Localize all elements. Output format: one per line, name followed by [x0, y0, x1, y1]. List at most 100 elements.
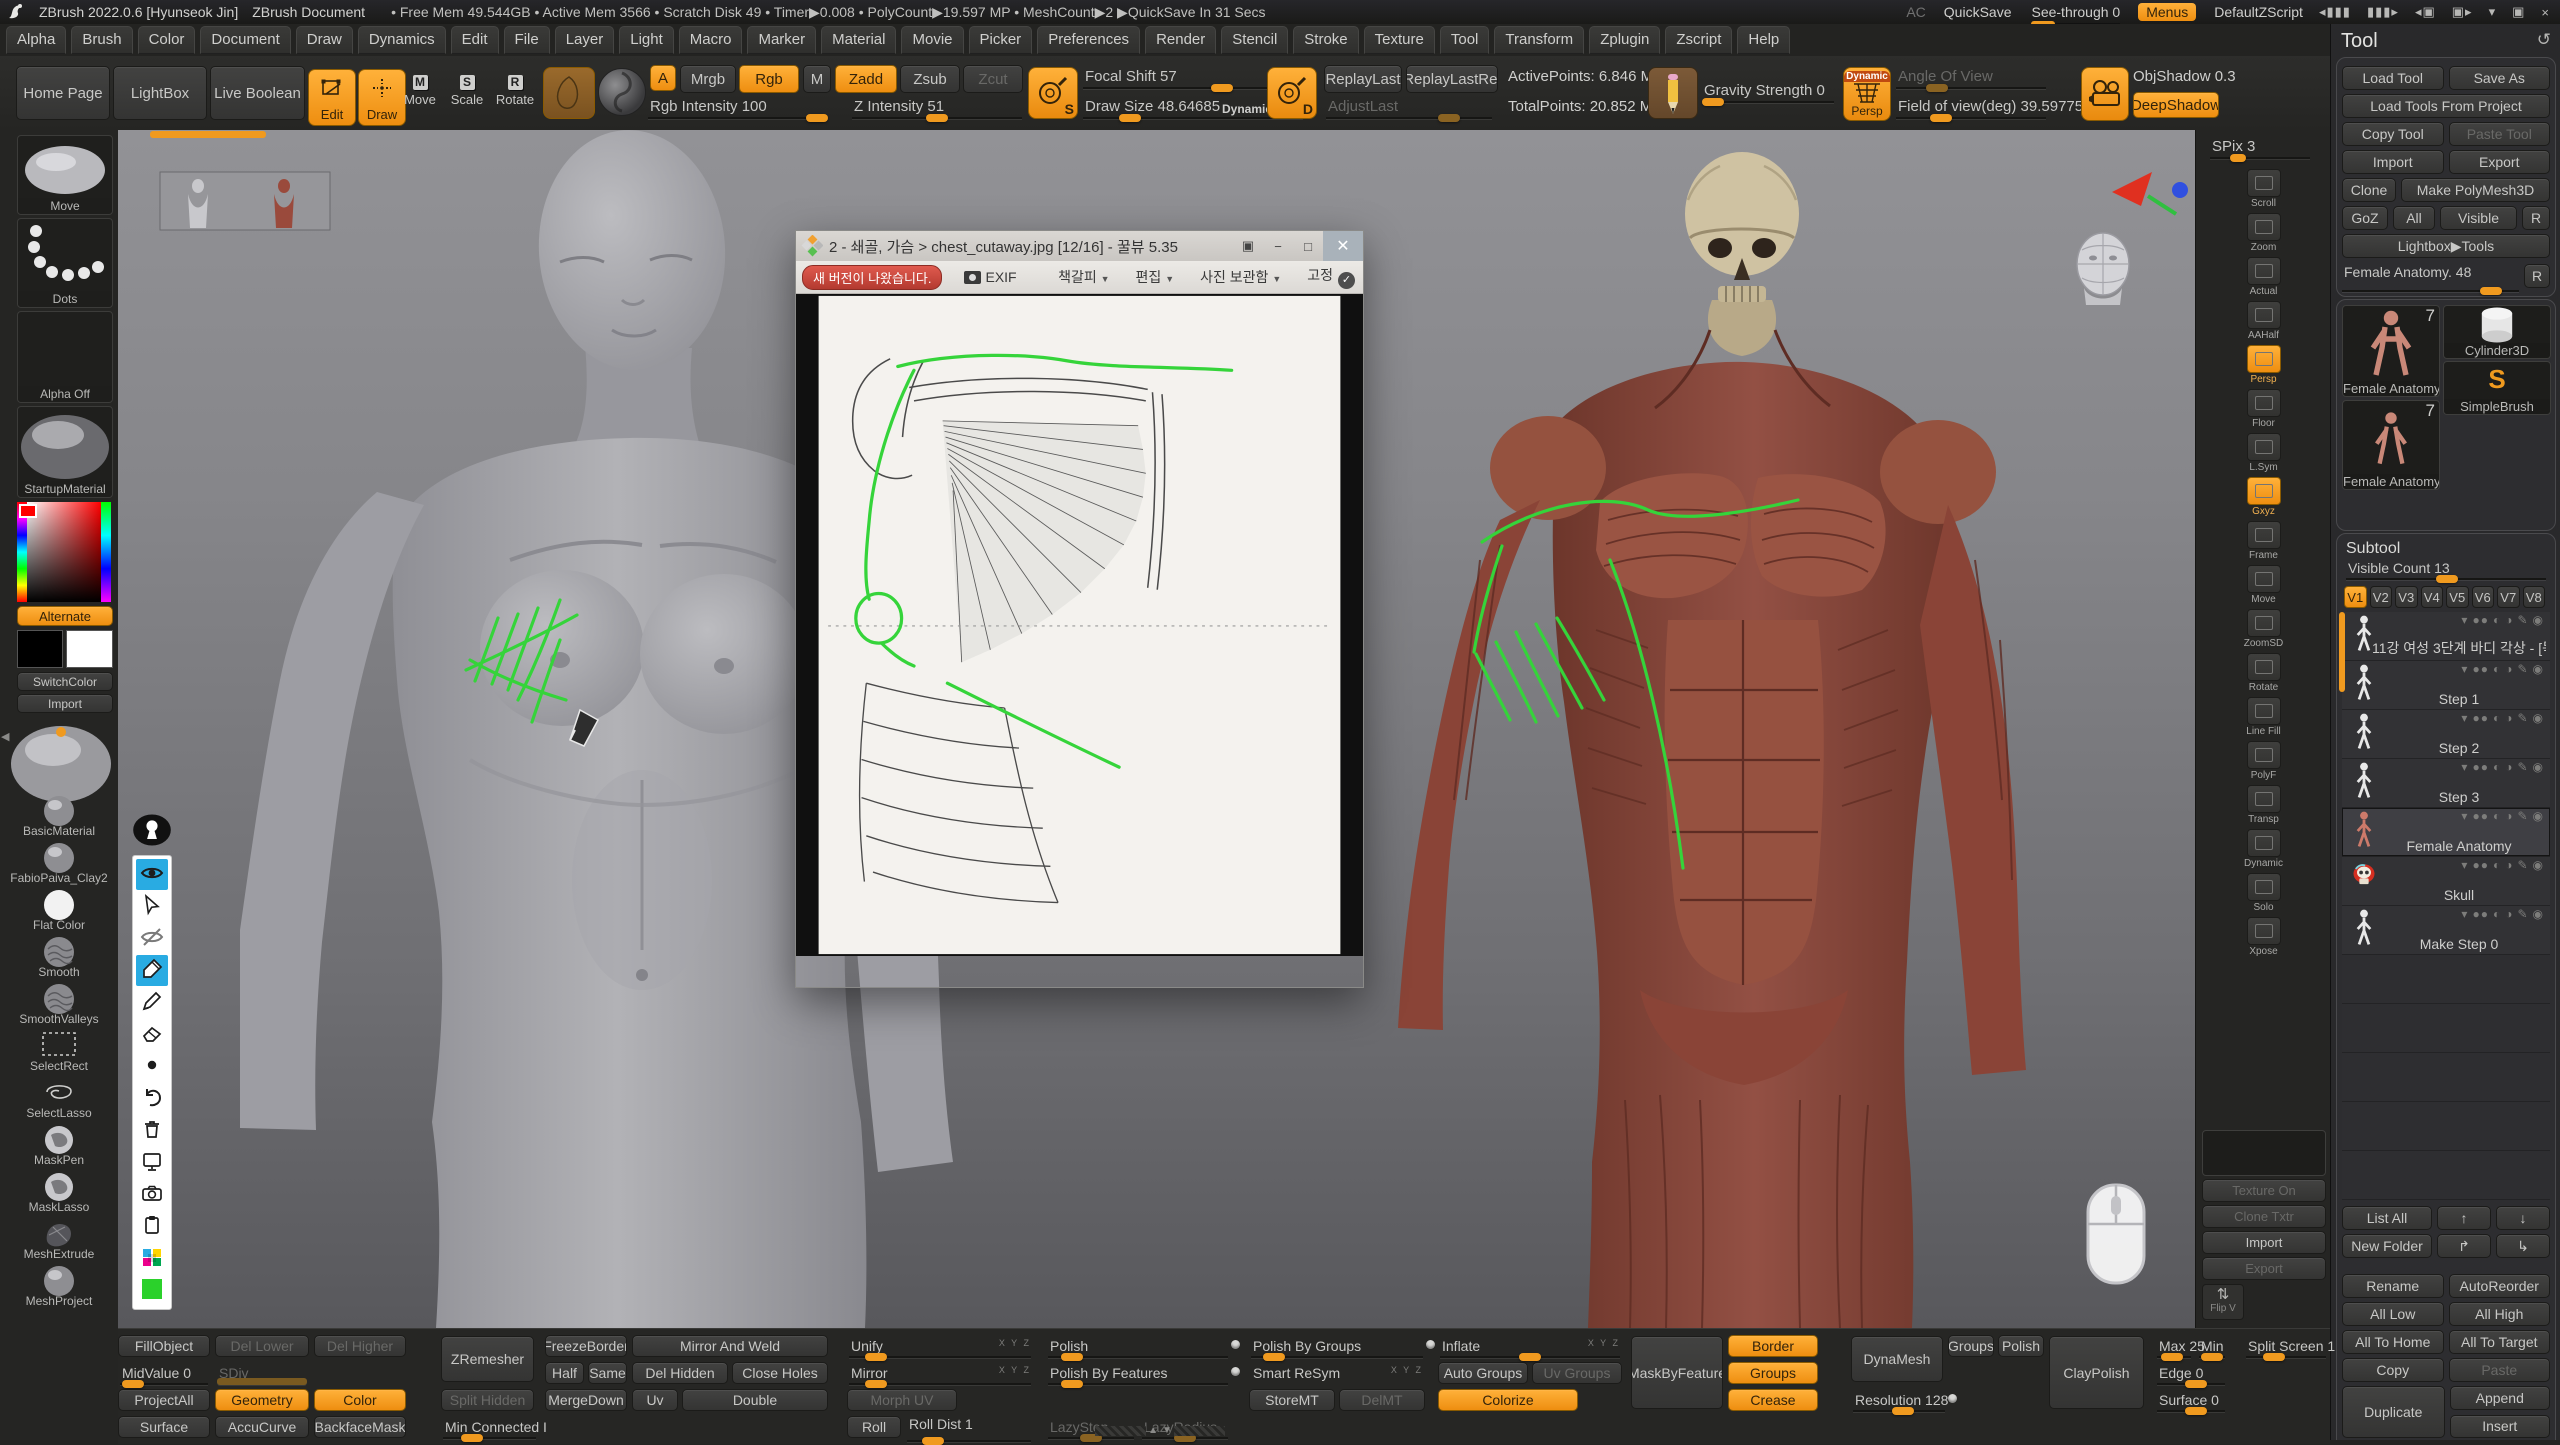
- scrub-down-icon[interactable]: ▼: [1162, 1425, 1172, 1436]
- right-shelf-button[interactable]: Floor: [2244, 389, 2284, 429]
- mirror-slider[interactable]: MirrorX Y Z: [849, 1365, 1031, 1381]
- save-as-button[interactable]: Save As: [2449, 66, 2551, 90]
- menu-item[interactable]: Preferences: [1037, 26, 1140, 54]
- autoreorder-button[interactable]: AutoReorder: [2449, 1274, 2551, 1298]
- subtool-empty-row[interactable]: [2342, 1004, 2550, 1053]
- version-tab[interactable]: V8: [2523, 586, 2546, 608]
- stroke-s-button[interactable]: S: [1028, 67, 1078, 119]
- secondary-color-swatch[interactable]: [66, 630, 113, 668]
- viewer-image-area[interactable]: [796, 294, 1363, 956]
- menu-item[interactable]: Draw: [296, 26, 353, 54]
- switch-color-button[interactable]: SwitchColor: [17, 672, 113, 691]
- active-tool-slider[interactable]: Female Anatomy. 48: [2342, 264, 2519, 288]
- polish-by-groups-slider[interactable]: Polish By Groups: [1251, 1338, 1423, 1354]
- menu-item[interactable]: Stencil: [1221, 26, 1288, 54]
- divider-right-icon[interactable]: ▮▮▮▸: [2367, 4, 2399, 20]
- z-intensity-slider[interactable]: Z Intensity 51: [852, 98, 1022, 115]
- draw-mode-button[interactable]: Draw: [358, 69, 406, 126]
- del-higher-button[interactable]: Del Higher: [314, 1335, 406, 1357]
- import-button[interactable]: Import: [2342, 150, 2444, 174]
- r-button[interactable]: R: [2522, 206, 2550, 230]
- menu-item[interactable]: Dynamics: [358, 26, 446, 54]
- smart-resym-slider[interactable]: Smart ReSymX Y Z: [1251, 1365, 1423, 1381]
- menu-item[interactable]: Marker: [747, 26, 816, 54]
- split-hidden-button[interactable]: Split Hidden: [441, 1389, 534, 1411]
- menu-item[interactable]: Picker: [969, 26, 1033, 54]
- annotation-app-icon[interactable]: [132, 812, 172, 848]
- render-camera-button[interactable]: [2081, 67, 2129, 121]
- polish-by-features-slider[interactable]: Polish By Features: [1048, 1365, 1228, 1381]
- annotation-tool[interactable]: [136, 891, 168, 922]
- angle-of-view-slider[interactable]: Angle Of View: [1896, 68, 2046, 85]
- clone-txtr-button[interactable]: Clone Txtr: [2202, 1205, 2326, 1228]
- move-out-button[interactable]: ↱: [2437, 1234, 2491, 1258]
- subtool-empty-row[interactable]: [2342, 955, 2550, 1004]
- max-25-slider[interactable]: Max 25: [2157, 1338, 2191, 1354]
- groups-button[interactable]: Groups: [1728, 1362, 1818, 1384]
- accucurve-button[interactable]: AccuCurve: [215, 1416, 309, 1438]
- visible-button[interactable]: Visible: [2440, 206, 2517, 230]
- subtool-scrollbar[interactable]: [2339, 612, 2345, 692]
- current-brush-thumbnail[interactable]: [543, 67, 595, 119]
- version-tab[interactable]: V6: [2472, 586, 2495, 608]
- menu-item[interactable]: Material: [821, 26, 896, 54]
- version-tab[interactable]: V3: [2395, 586, 2418, 608]
- projectall-button[interactable]: ProjectAll: [118, 1389, 210, 1411]
- right-shelf-button[interactable]: AAHalf: [2244, 301, 2284, 341]
- menu-item[interactable]: Zplugin: [1589, 26, 1660, 54]
- right-shelf-button[interactable]: Rotate: [2244, 653, 2284, 693]
- menu-item[interactable]: Light: [619, 26, 674, 54]
- copy-button[interactable]: Copy: [2342, 1358, 2444, 1382]
- viewer-pin-toggle[interactable]: 고정✓: [1307, 265, 1355, 289]
- zadd-button[interactable]: Zadd: [835, 65, 897, 93]
- material-box[interactable]: StartupMaterial: [17, 406, 113, 498]
- paste-tool-button[interactable]: Paste Tool: [2449, 122, 2551, 146]
- border-button[interactable]: Border: [1728, 1335, 1818, 1357]
- right-shelf-button[interactable]: ZoomSD: [2244, 609, 2284, 649]
- version-tab[interactable]: V5: [2446, 586, 2469, 608]
- tray-left-icon[interactable]: ◂▣: [2415, 4, 2436, 20]
- simplebrush-tool[interactable]: S SimpleBrush: [2443, 361, 2551, 415]
- morph-uv-button[interactable]: Morph UV: [847, 1389, 957, 1411]
- annotation-tool[interactable]: [136, 1019, 168, 1050]
- visible-count-slider[interactable]: Visible Count 13: [2346, 560, 2546, 576]
- subtool-row[interactable]: ▾●●◐◑✎◉ Female Anatomy: [2342, 808, 2550, 857]
- mirror-and-weld-button[interactable]: Mirror And Weld: [632, 1335, 828, 1357]
- viewer-update-button[interactable]: 새 버전이 나왔습니다.: [802, 265, 942, 290]
- viewer-fullscreen-icon[interactable]: ▣: [1233, 235, 1263, 257]
- divider-left-icon[interactable]: ◂▮▮▮: [2319, 4, 2351, 20]
- move-down-button[interactable]: ↓: [2496, 1206, 2550, 1230]
- polish-button[interactable]: Polish: [1998, 1335, 2044, 1357]
- quicksave-button[interactable]: QuickSave: [1944, 4, 2012, 20]
- menu-item[interactable]: Tool: [1440, 26, 1490, 54]
- annotation-tool[interactable]: [136, 987, 168, 1018]
- lightbox-button[interactable]: LightBox: [113, 66, 207, 120]
- right-shelf-button[interactable]: Move: [2244, 565, 2284, 605]
- reset-icon[interactable]: ↺: [2537, 30, 2551, 53]
- tray-collapse-icon[interactable]: ◀: [1, 730, 9, 743]
- persp-button[interactable]: Dynamic Persp: [1843, 67, 1891, 121]
- all-low-button[interactable]: All Low: [2342, 1302, 2444, 1326]
- roll-button[interactable]: Roll: [847, 1416, 901, 1438]
- material-item[interactable]: Flat Color: [0, 886, 118, 933]
- material-item[interactable]: FabioPaiva_Clay2: [0, 839, 118, 886]
- main-color-swatch[interactable]: [17, 630, 63, 668]
- right-shelf-button[interactable]: L.Sym: [2244, 433, 2284, 473]
- delmt-button[interactable]: DelMT: [1339, 1389, 1425, 1411]
- right-shelf-button[interactable]: Transp: [2244, 785, 2284, 825]
- annotation-tool[interactable]: [136, 859, 168, 890]
- annotation-tool[interactable]: [136, 1243, 168, 1274]
- home-page-button[interactable]: Home Page: [16, 66, 110, 120]
- annotation-tool[interactable]: [136, 923, 168, 954]
- version-tab[interactable]: V1: [2344, 586, 2367, 608]
- sdiv-slider[interactable]: SDiv: [217, 1365, 307, 1381]
- viewer-bookmark-menu[interactable]: 책갈피 ▼: [1058, 267, 1109, 287]
- insert-button[interactable]: Insert: [2450, 1415, 2551, 1439]
- gravity-strength-slider[interactable]: Gravity Strength 0: [1702, 82, 1834, 99]
- field-of-view-slider[interactable]: Field of view(deg) 39.59775: [1896, 98, 2046, 115]
- zcut-button[interactable]: Zcut: [963, 65, 1023, 93]
- make-polymesh3d-button[interactable]: Make PolyMesh3D: [2401, 178, 2550, 202]
- menu-item[interactable]: Render: [1145, 26, 1216, 54]
- geometry-button[interactable]: Geometry: [215, 1389, 309, 1411]
- all-to-home-button[interactable]: All To Home: [2342, 1330, 2444, 1354]
